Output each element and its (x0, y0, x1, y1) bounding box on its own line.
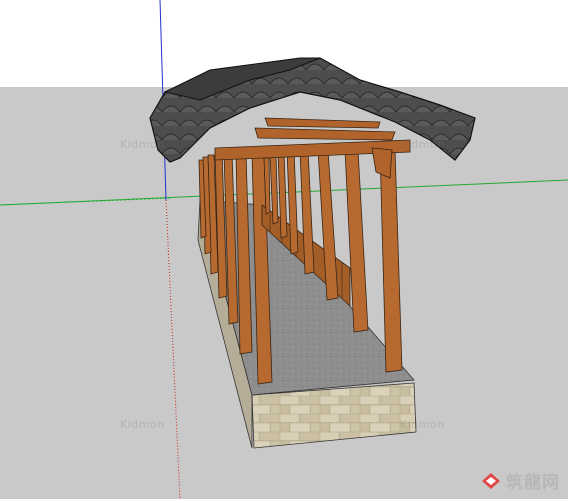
zhulong-logo-icon (482, 472, 500, 489)
watermark-bottom-right: Kidmon (400, 418, 445, 431)
logo-text: 筑龍网 (506, 473, 560, 493)
sketchup-viewport[interactable]: Kidmon Kidmon Kidmon Kidmon 筑龍网 (0, 0, 568, 500)
watermark-bottom-left: Kidmon (120, 418, 165, 431)
watermark-top-right: Kidmon (400, 138, 445, 151)
watermark-top-left: Kidmon (120, 138, 165, 151)
model-canvas (0, 0, 568, 500)
site-logo: 筑龍网 (480, 468, 560, 493)
